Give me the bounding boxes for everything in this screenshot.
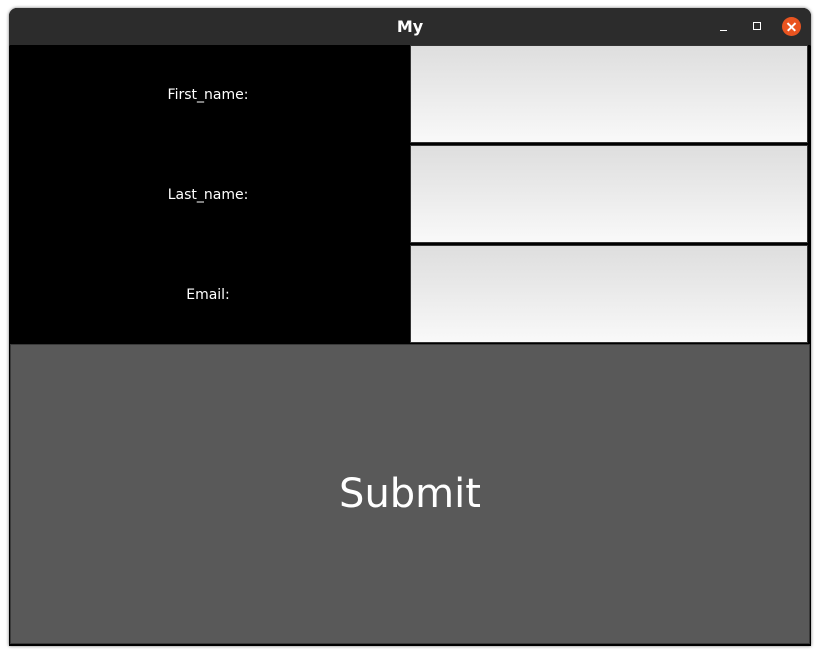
- last-name-row: Last_name:: [10, 145, 810, 245]
- title-bar[interactable]: My: [9, 8, 811, 46]
- submit-button[interactable]: Submit: [10, 344, 810, 644]
- first-name-input[interactable]: [410, 45, 808, 143]
- maximize-icon[interactable]: [748, 17, 767, 36]
- email-input[interactable]: [410, 245, 808, 343]
- minimize-icon[interactable]: [714, 17, 733, 36]
- app-window: My First_name: Last_name: Email: Submit: [9, 8, 811, 646]
- email-row: Email:: [10, 245, 810, 345]
- last-name-label: Last_name:: [167, 187, 249, 203]
- form-panel: First_name: Last_name: Email: Submit: [10, 45, 810, 645]
- first-name-label: First_name:: [167, 87, 249, 103]
- window-title: My: [396, 17, 424, 36]
- first-name-row: First_name:: [10, 45, 810, 145]
- last-name-input[interactable]: [410, 145, 808, 243]
- close-icon[interactable]: [782, 17, 801, 36]
- email-label: Email:: [186, 287, 230, 303]
